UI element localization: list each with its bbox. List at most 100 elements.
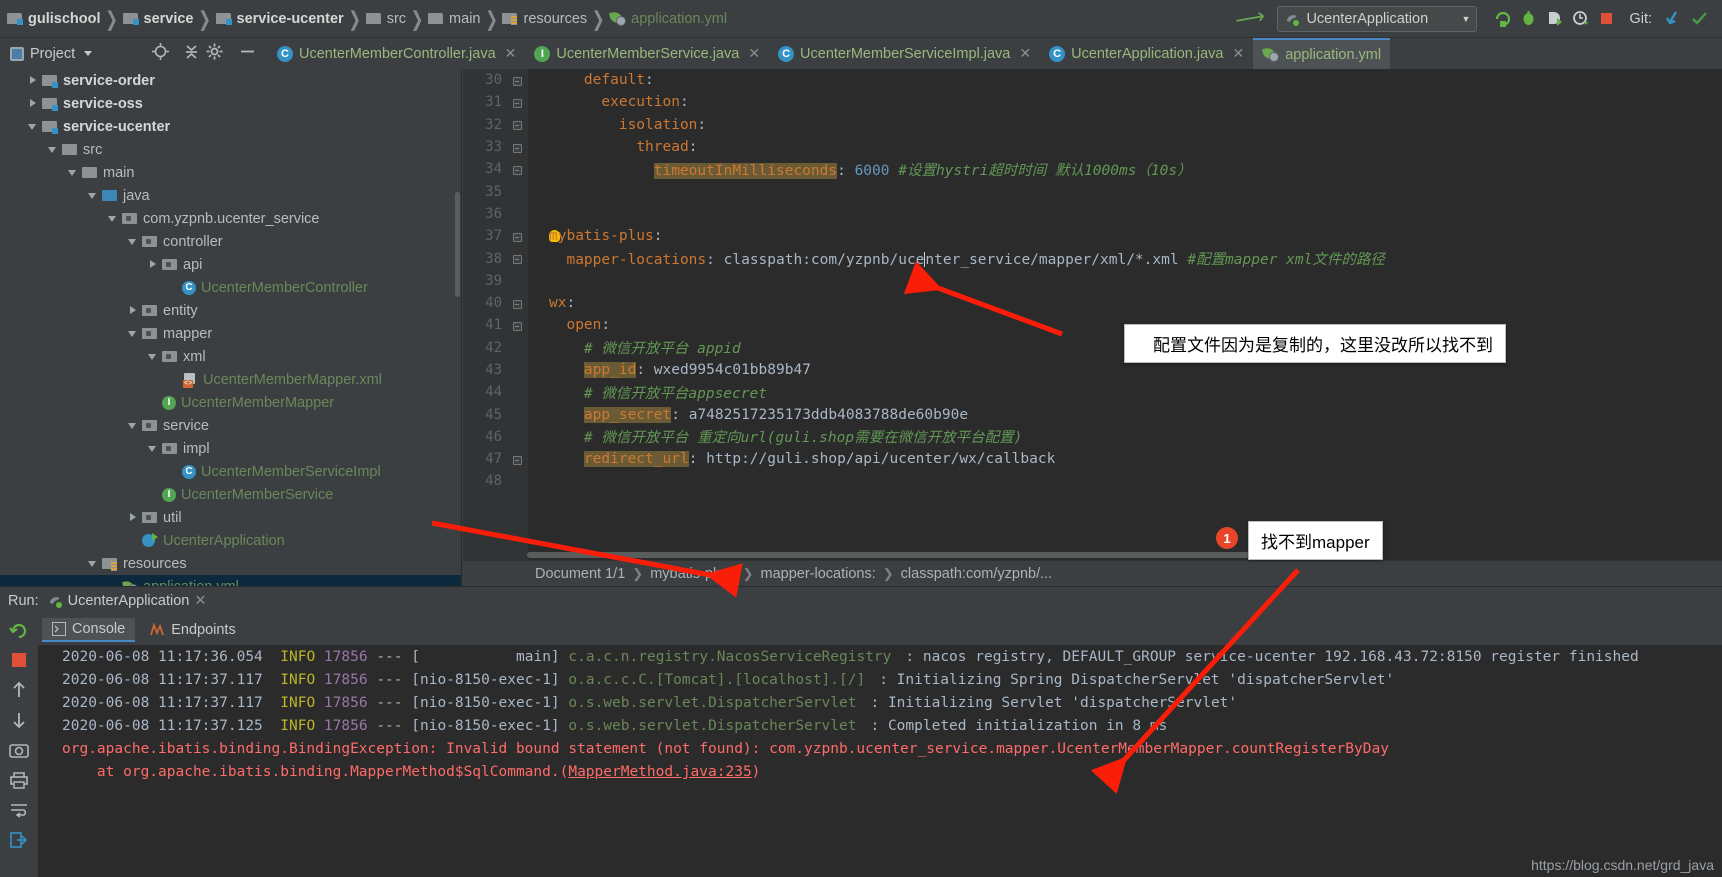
code-line[interactable]: 47− redirect_url: http://guli.shop/api/u… xyxy=(463,448,1722,470)
code-line[interactable]: 34− timeoutInMilliseconds: 6000 #设置hystr… xyxy=(463,158,1722,180)
print-icon[interactable] xyxy=(0,765,38,795)
code-fold-marker-icon[interactable]: − xyxy=(507,252,527,265)
expand-arrow-icon[interactable] xyxy=(28,98,39,109)
breadcrumb-segment[interactable]: classpath:com/yzpnb/... xyxy=(894,566,1060,582)
code-line[interactable]: 37− mybatis-plus: xyxy=(463,225,1722,247)
tree-node-service[interactable]: service xyxy=(0,414,461,437)
collapse-arrow-icon[interactable] xyxy=(68,167,79,178)
profiler-icon[interactable] xyxy=(1567,6,1593,32)
tab-console[interactable]: Console xyxy=(42,618,136,642)
code-line[interactable]: 36 xyxy=(463,203,1722,225)
console-output[interactable]: 2020-06-08 11:17:36.054 INFO 17856 --- [… xyxy=(38,645,1722,877)
tree-node-src[interactable]: src xyxy=(0,138,461,161)
breadcrumb-item-main[interactable]: main xyxy=(425,7,483,31)
close-icon[interactable]: ✕ xyxy=(505,45,517,62)
tab-UcenterMemberService[interactable]: I UcenterMemberService.java ✕ xyxy=(525,38,769,69)
code-fold-marker-icon[interactable]: − xyxy=(507,141,527,154)
scroll-up-icon[interactable] xyxy=(0,675,38,705)
tree-node-UcenterMemberController[interactable]: C UcenterMemberController xyxy=(0,276,461,299)
project-tree[interactable]: service-order service-oss service-ucenter s… xyxy=(0,69,462,586)
close-icon[interactable]: ✕ xyxy=(748,45,760,62)
close-icon[interactable]: ✕ xyxy=(1232,45,1244,62)
tree-node-service-oss[interactable]: service-oss xyxy=(0,92,461,115)
tree-node-UcenterApplication[interactable]: UcenterApplication xyxy=(0,529,461,552)
collapse-arrow-icon[interactable] xyxy=(128,236,139,247)
hide-tool-window-icon[interactable] xyxy=(239,43,256,65)
code-line[interactable]: 45 app_secret: a7482517235173ddb4083788d… xyxy=(463,403,1722,425)
code-fold-marker-icon[interactable]: − xyxy=(507,118,527,131)
scroll-down-icon[interactable] xyxy=(0,705,38,735)
run-with-coverage-icon[interactable] xyxy=(1541,6,1567,32)
soft-wrap-icon[interactable] xyxy=(0,795,38,825)
code-editor[interactable]: 30− default: 31− execution: 32− isolation:… xyxy=(463,69,1722,560)
project-tool-window-button[interactable]: Project xyxy=(0,42,200,65)
breadcrumb-item-application-yml[interactable]: application.yml xyxy=(606,7,730,31)
breadcrumb-item-src[interactable]: src xyxy=(363,7,409,31)
tree-node-service-order[interactable]: service-order xyxy=(0,69,461,92)
git-commit-icon[interactable] xyxy=(1686,6,1712,32)
tree-node-java[interactable]: java xyxy=(0,184,461,207)
tree-node-main[interactable]: main xyxy=(0,161,461,184)
rerun-icon[interactable] xyxy=(0,615,38,645)
code-line[interactable]: 40− wx: xyxy=(463,292,1722,314)
code-line[interactable]: 33− thread: xyxy=(463,136,1722,158)
collapse-arrow-icon[interactable] xyxy=(108,213,119,224)
collapse-arrow-icon[interactable] xyxy=(128,328,139,339)
code-content[interactable]: 30− default: 31− execution: 32− isolation:… xyxy=(463,69,1722,560)
run-icon[interactable] xyxy=(1489,6,1515,32)
console-error-stack-line[interactable]: at org.apache.ibatis.binding.MapperMetho… xyxy=(38,764,1722,787)
camera-icon[interactable] xyxy=(0,735,38,765)
collapse-arrow-icon[interactable] xyxy=(128,420,139,431)
close-icon[interactable]: ✕ xyxy=(1019,45,1031,62)
collapse-arrow-icon[interactable] xyxy=(88,558,99,569)
code-line[interactable]: 38− mapper-locations: classpath:com/yzpn… xyxy=(463,247,1722,269)
tree-node-mapper[interactable]: mapper xyxy=(0,322,461,345)
collapse-all-icon[interactable] xyxy=(183,43,200,65)
tree-vertical-scrollbar[interactable] xyxy=(455,192,460,297)
code-line[interactable]: 44 # 微信开放平台appsecret xyxy=(463,381,1722,403)
code-fold-marker-icon[interactable]: − xyxy=(507,319,527,332)
export-icon[interactable] xyxy=(0,825,38,855)
tree-node-util[interactable]: util xyxy=(0,506,461,529)
tree-node-xml[interactable]: xml xyxy=(0,345,461,368)
tab-UcenterApplication[interactable]: C UcenterApplication.java ✕ xyxy=(1040,38,1253,69)
tree-node-entity[interactable]: entity xyxy=(0,299,461,322)
tree-node-controller[interactable]: controller xyxy=(0,230,461,253)
code-line[interactable]: 41− open: xyxy=(463,314,1722,336)
code-line[interactable]: 39 xyxy=(463,270,1722,292)
tree-node-application.yml[interactable]: application.yml xyxy=(0,575,461,586)
collapse-arrow-icon[interactable] xyxy=(148,443,159,454)
tab-application-yml[interactable]: application.yml xyxy=(1253,38,1391,69)
code-fold-marker-icon[interactable]: − xyxy=(507,163,527,176)
tree-node-com.yzpnb.ucenter_service[interactable]: com.yzpnb.ucenter_service xyxy=(0,207,461,230)
settings-gear-icon[interactable] xyxy=(206,43,223,65)
chevron-down-icon[interactable] xyxy=(84,51,93,56)
tab-UcenterMemberController[interactable]: C UcenterMemberController.java ✕ xyxy=(268,38,525,69)
expand-arrow-icon[interactable] xyxy=(28,75,39,86)
code-line[interactable]: 48 xyxy=(463,470,1722,492)
debug-icon[interactable] xyxy=(1515,6,1541,32)
code-line[interactable]: 42 # 微信开放平台 appid xyxy=(463,337,1722,359)
code-fold-marker-icon[interactable]: − xyxy=(507,74,527,87)
code-fold-marker-icon[interactable]: − xyxy=(507,96,527,109)
run-config-chip[interactable]: UcenterApplication ✕ xyxy=(47,593,207,609)
build-hammer-arrow-icon[interactable]: ⟶ xyxy=(1233,4,1268,34)
code-line[interactable]: 32− isolation: xyxy=(463,114,1722,136)
tree-node-resources[interactable]: resources xyxy=(0,552,461,575)
code-fold-marker-icon[interactable]: − xyxy=(507,297,527,310)
expand-arrow-icon[interactable] xyxy=(148,259,159,270)
tree-node-UcenterMemberMapper.xml[interactable]: UcenterMemberMapper.xml xyxy=(0,368,461,391)
run-configuration-selector[interactable]: UcenterApplication ▼ xyxy=(1277,5,1478,32)
tree-node-impl[interactable]: impl xyxy=(0,437,461,460)
expand-arrow-icon[interactable] xyxy=(128,305,139,316)
breadcrumb-item-gulischool[interactable]: gulischool xyxy=(4,7,104,31)
stacktrace-link[interactable]: MapperMethod.java:235 xyxy=(568,764,751,780)
stop-icon[interactable] xyxy=(1593,6,1619,32)
collapse-arrow-icon[interactable] xyxy=(148,351,159,362)
code-fold-marker-icon[interactable]: − xyxy=(507,453,527,466)
tree-node-UcenterMemberMapper[interactable]: I UcenterMemberMapper xyxy=(0,391,461,414)
breadcrumb-item-service-ucenter[interactable]: service-ucenter xyxy=(213,7,347,31)
breadcrumb-segment[interactable]: mapper-locations: xyxy=(754,566,883,582)
tree-node-service-ucenter[interactable]: service-ucenter xyxy=(0,115,461,138)
tab-endpoints[interactable]: Endpoints xyxy=(139,619,246,641)
